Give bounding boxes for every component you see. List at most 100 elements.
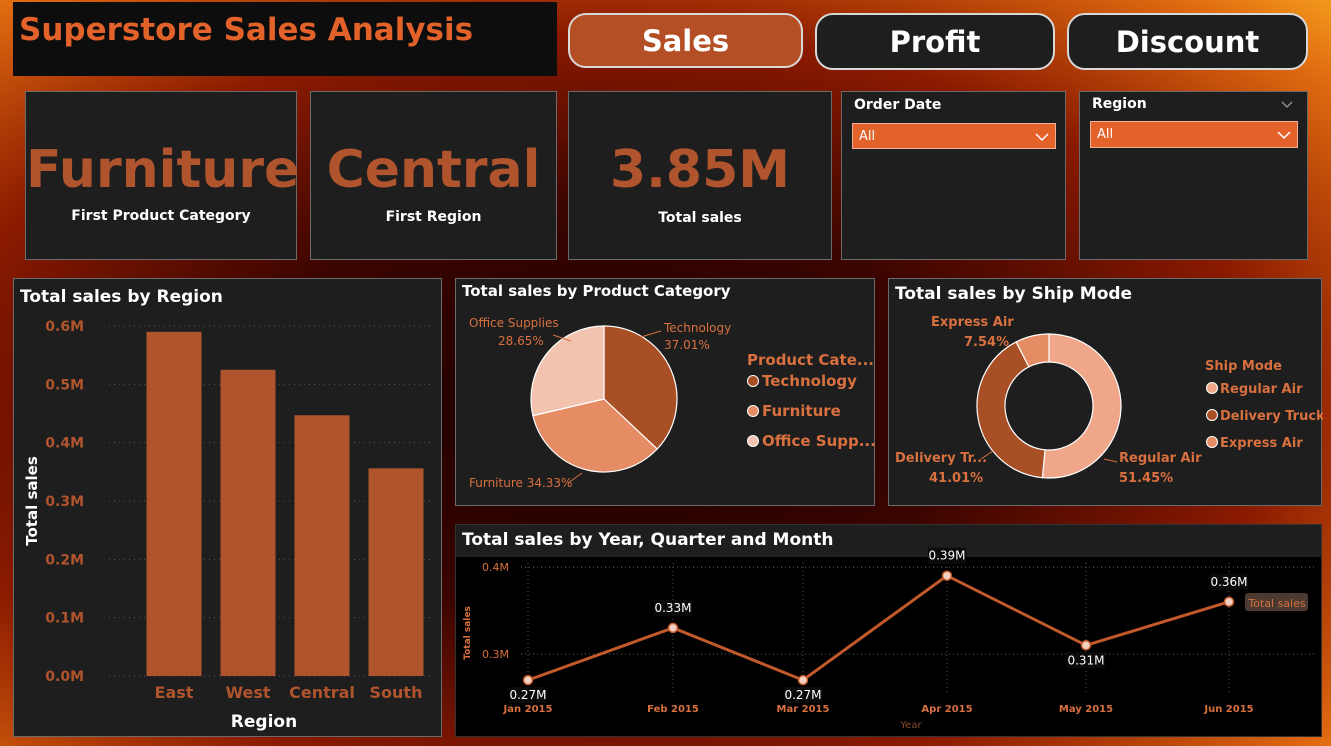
legend-marker [1206,409,1218,421]
discount-button[interactable]: Discount [1067,13,1308,70]
chart-category: Total sales by Product Category Technolo… [455,278,876,506]
legend-item: Technology [762,372,857,390]
data-label: 0.27M [509,688,546,702]
y-tick-label: 0.4M [45,436,84,452]
ship-donut-svg: Regular Air 51.45% Delivery Tr... 41.01% Exp… [895,315,1323,486]
region-bar-svg: 0.0M 0.1M 0.2M 0.3M 0.4M 0.5M 0.6M East West Cent… [23,319,434,732]
leader-line [640,330,662,338]
kpi-sales-value: 3.85M [609,140,791,200]
y-axis-label: Total sales [23,456,41,546]
legend-item: Furniture [762,402,841,420]
kpi-category-value: Furniture [26,140,300,200]
x-tick-label: South [370,683,423,702]
y-tick-label: 0.1M [45,611,84,627]
x-tick-label: Mar 2015 [777,704,830,715]
x-axis-label: Region [231,712,297,732]
region-dropdown[interactable]: All [1090,121,1298,148]
bar [146,331,202,676]
series-line [527,573,1230,682]
kpi-card-sales: 3.85M Total sales [568,91,832,260]
y-axis-label: Total sales [463,606,473,660]
data-point [667,622,679,634]
bar [220,369,276,676]
chart-ship: Total sales by Ship Mode Regular Air 51.4… [888,278,1323,506]
data-label: 0.27M [784,688,821,702]
donut-slice [1041,333,1122,479]
kpi-sales-label: Total sales [658,210,742,226]
data-point [941,570,953,581]
profit-button[interactable]: Profit [815,13,1055,70]
chevron-down-icon [1035,133,1049,142]
legend-title: Product Cate... [747,351,874,369]
x-tick-label: May 2015 [1059,704,1113,715]
legend-item: Express Air [1220,436,1303,451]
slice-label-name: Regular Air [1119,451,1202,466]
order-date-dropdown[interactable]: All [852,123,1056,149]
slicer-order-date: Order Date All [841,91,1066,260]
bar [368,468,424,676]
kpi-card-region: Central First Region [310,91,557,260]
x-axis-label: Year [899,720,922,731]
slicer-order-date-title: Order Date [854,97,942,113]
x-tick-label: West [225,683,270,702]
kpi-region-label: First Region [385,209,482,225]
legend-item: Total sales [1247,597,1305,610]
chart-region: Total sales by Region 0.0M 0.1M 0.2M 0.3M 0.… [13,278,442,737]
title-bar: Superstore Sales Analysis [13,2,557,76]
y-tick-label: 0.3M [45,494,84,510]
x-tick-label: Apr 2015 [921,704,972,715]
legend-marker [747,375,759,387]
slice-label-name: Office Supplies [469,316,559,330]
legend-item: Office Supp... [762,432,876,450]
legend-marker [1206,436,1218,448]
category-pie-svg: Technology 37.01% Furniture 34.33% Office S… [469,316,876,490]
slice-label-value: 37.01% [664,338,710,352]
region-value: All [1097,127,1114,142]
x-tick-label: Feb 2015 [647,704,699,715]
chart-trend: Total sales by Year, Quarter and Month 0… [455,524,1322,737]
chevron-down-icon[interactable] [1281,100,1293,110]
y-tick-label: 0.0M [45,669,84,685]
kpi-category-label: First Product Category [71,208,251,224]
leader-line [1103,458,1118,463]
data-label: 0.39M [928,549,965,563]
y-tick-label: 0.3M [482,648,509,661]
legend-marker [1206,382,1218,394]
legend-item: Delivery Truck [1220,409,1323,424]
x-tick-label: Jan 2015 [503,704,553,715]
x-tick-label: Jun 2015 [1203,704,1253,715]
data-label: 0.31M [1067,653,1104,667]
legend-marker [747,435,759,447]
data-point [1080,640,1092,651]
y-tick-label: 0.5M [45,377,84,393]
y-tick-label: 0.4M [482,561,509,574]
legend-title: Ship Mode [1205,359,1282,374]
kpi-region-value: Central [326,140,541,200]
slice-label-name: Technology [663,321,731,335]
y-tick-label: 0.2M [45,552,84,568]
legend-marker [747,405,759,417]
bar [294,415,350,676]
slice-label-name: Express Air [931,315,1014,330]
page-title: Superstore Sales Analysis [19,12,474,48]
data-label: 0.36M [1210,575,1247,589]
data-label: 0.33M [654,601,691,615]
slice-label-value: 28.65% [498,334,544,348]
data-point [797,674,809,686]
slice-label: Furniture 34.33% [469,476,572,490]
kpi-card-category: Furniture First Product Category [25,91,300,260]
slice-label-value: 41.01% [929,471,983,486]
y-tick-label: 0.6M [45,319,84,335]
chevron-down-icon [1277,131,1291,140]
slicer-region-title: Region [1092,96,1147,112]
slicer-region: Region All [1079,91,1308,260]
x-tick-label: East [155,683,194,702]
data-point [522,674,534,686]
slice-label-name: Delivery Tr... [895,451,987,466]
slice-label-value: 51.45% [1119,471,1173,486]
legend-item: Regular Air [1220,382,1303,397]
data-point [1223,596,1235,608]
x-tick-label: Central [289,683,355,702]
sales-button[interactable]: Sales [568,13,803,68]
trend-line-svg: 0.3M 0.4M 0.27M Jan 2015 0.33M Feb 2015 0.27M M… [463,547,1316,731]
